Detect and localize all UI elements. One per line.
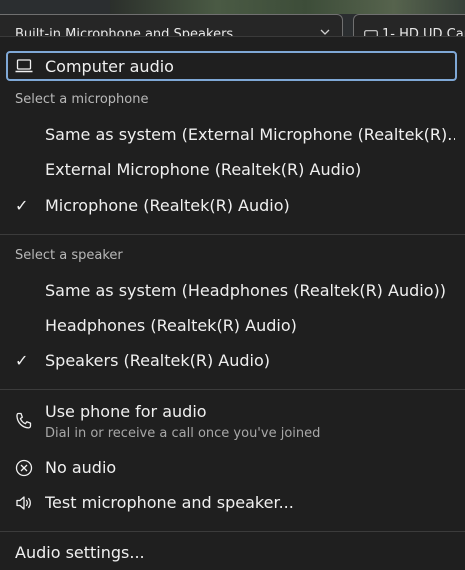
no-audio-label: No audio	[45, 458, 117, 477]
use-phone-audio-description: Dial in or receive a call once you've jo…	[45, 426, 321, 441]
speaker-option-headphones[interactable]: Headphones (Realtek(R) Audio)	[0, 313, 465, 339]
use-phone-audio-item[interactable]: Use phone for audio Dial in or receive a…	[0, 399, 465, 445]
audio-settings-label: Audio settings...	[15, 543, 145, 562]
mic-option-same-as-system[interactable]: Same as system (External Microphone (Rea…	[0, 122, 465, 148]
no-audio-item[interactable]: No audio	[0, 455, 465, 481]
divider	[0, 389, 465, 390]
speaker-option-label: Same as system (Headphones (Realtek(R) A…	[45, 281, 446, 300]
microphone-section-header: Select a microphone	[15, 92, 149, 107]
speaker-option-speakers[interactable]: ✓ Speakers (Realtek(R) Audio)	[0, 348, 465, 374]
speaker-option-label: Speakers (Realtek(R) Audio)	[45, 351, 271, 370]
mic-option-label: External Microphone (Realtek(R) Audio)	[45, 160, 362, 179]
speaker-option-label: Headphones (Realtek(R) Audio)	[45, 316, 297, 335]
checkmark-icon: ✓	[15, 196, 29, 215]
divider	[0, 234, 465, 235]
mic-option-external[interactable]: External Microphone (Realtek(R) Audio)	[0, 157, 465, 183]
phone-icon	[16, 412, 32, 429]
close-circle-icon	[15, 459, 33, 477]
mic-option-internal[interactable]: ✓ Microphone (Realtek(R) Audio)	[0, 193, 465, 219]
speaker-section-header: Select a speaker	[15, 248, 123, 263]
audio-options-menu: Computer audio Select a microphone Same …	[0, 36, 465, 570]
mic-option-label: Microphone (Realtek(R) Audio)	[45, 196, 290, 215]
checkmark-icon: ✓	[15, 351, 29, 370]
speaker-option-same-as-system[interactable]: Same as system (Headphones (Realtek(R) A…	[0, 278, 465, 304]
audio-settings-item[interactable]: Audio settings...	[0, 540, 465, 566]
test-mic-speaker-item[interactable]: Test microphone and speaker...	[0, 490, 465, 516]
laptop-icon	[15, 59, 33, 73]
speaker-icon	[16, 496, 31, 510]
mic-option-label: Same as system (External Microphone (Rea…	[45, 125, 455, 144]
computer-audio-item[interactable]: Computer audio	[6, 51, 457, 81]
test-mic-speaker-label: Test microphone and speaker...	[45, 493, 294, 512]
divider	[0, 531, 465, 532]
computer-audio-label: Computer audio	[45, 57, 174, 76]
video-preview-strip	[110, 0, 465, 14]
chevron-down-icon	[320, 29, 330, 35]
use-phone-audio-label: Use phone for audio	[45, 402, 207, 421]
